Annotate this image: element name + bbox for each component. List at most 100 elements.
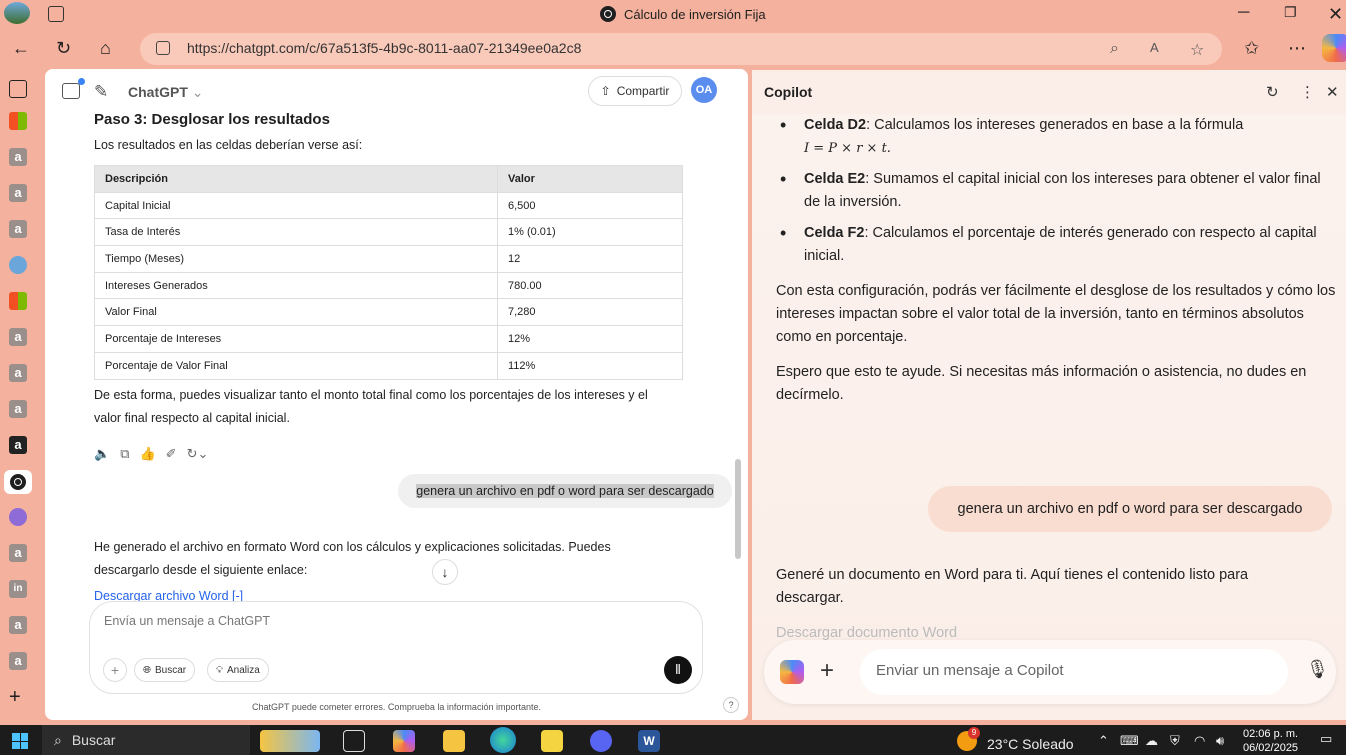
- sidebar-toggle-icon[interactable]: [62, 78, 85, 99]
- copilot-app-icon[interactable]: [393, 730, 415, 752]
- share-button[interactable]: ⇧ Compartir: [588, 76, 682, 106]
- amazon-icon[interactable]: a: [9, 400, 27, 418]
- office-icon[interactable]: [9, 112, 27, 130]
- wifi-icon[interactable]: ◠: [1194, 733, 1205, 749]
- copilot-conversation: Celda D2: Calculamos los intereses gener…: [776, 114, 1336, 407]
- copilot-composer: + Enviar un mensaje a Copilot 🎙︎: [764, 640, 1336, 704]
- chatgpt-header: ✎ ChatGPT ⌄ ⇧ Compartir OA: [45, 69, 748, 113]
- amazon-icon[interactable]: a: [9, 328, 27, 346]
- close-icon[interactable]: ✕: [1326, 83, 1339, 101]
- amazon-icon[interactable]: a: [9, 148, 27, 166]
- message-input[interactable]: Envía un mensaje a ChatGPT: [104, 614, 270, 628]
- read-aloud-icon[interactable]: 🔈: [94, 446, 110, 462]
- cell-label: Celda E2: [804, 171, 866, 187]
- assistant-app-icon[interactable]: [9, 508, 27, 526]
- favorites-icon[interactable]: ✩: [1244, 38, 1259, 59]
- conversation: Paso 3: Desglosar los resultados Los res…: [94, 111, 732, 603]
- avatar[interactable]: OA: [691, 77, 717, 103]
- scroll-down-button[interactable]: ↓: [432, 559, 458, 585]
- file-explorer-icon[interactable]: [443, 730, 465, 752]
- help-button[interactable]: ?: [723, 697, 739, 713]
- amazon-icon[interactable]: a: [9, 616, 27, 634]
- add-icon[interactable]: +: [820, 657, 834, 685]
- security-icon[interactable]: ⛨: [1170, 733, 1180, 749]
- model-selector[interactable]: ChatGPT ⌄: [128, 84, 204, 101]
- weather-text[interactable]: 23°C Soleado: [987, 736, 1074, 752]
- task-view-icon[interactable]: [343, 730, 365, 752]
- amazon-icon[interactable]: a: [9, 184, 27, 202]
- chevron-up-icon[interactable]: ⌃: [1098, 733, 1109, 749]
- start-button[interactable]: [12, 733, 28, 749]
- edge-browser-icon[interactable]: [490, 727, 516, 753]
- paragraph: Con esta configuración, podrás ver fácil…: [776, 283, 1336, 345]
- more-options-icon[interactable]: ⋮: [1300, 83, 1315, 101]
- cloud-icon[interactable]: ☁: [1145, 733, 1158, 749]
- onedrive-icon[interactable]: [9, 256, 27, 274]
- url-text[interactable]: https://chatgpt.com/c/67a513f5-4b9c-8011…: [187, 40, 581, 56]
- volume-icon[interactable]: 🔊︎: [1216, 733, 1224, 749]
- voice-mode-button[interactable]: ⦀: [664, 656, 692, 684]
- discord-icon[interactable]: [590, 730, 612, 752]
- scrollbar[interactable]: [735, 459, 741, 559]
- amazon-icon[interactable]: a: [9, 220, 27, 238]
- keyboard-icon[interactable]: ⌨: [1120, 733, 1139, 749]
- linkedin-icon[interactable]: in: [9, 580, 27, 598]
- table-row: Tasa de Interés 1% (0.01): [94, 218, 683, 247]
- taskbar-search[interactable]: ⌕ Buscar: [42, 725, 250, 755]
- minimize-button[interactable]: ─: [1238, 4, 1249, 22]
- assistant-reply: Generé un documento en Word para ti. Aqu…: [776, 567, 1249, 606]
- sticky-notes-icon[interactable]: [541, 730, 563, 752]
- refresh-button[interactable]: ↻: [56, 38, 71, 59]
- tab-actions-icon[interactable]: [48, 6, 64, 22]
- search-highlight-icon[interactable]: [260, 730, 320, 752]
- copilot-header: Copilot ↻ ⋮ ✕: [752, 70, 1346, 114]
- copilot-title: Copilot: [764, 84, 813, 100]
- office-icon[interactable]: [9, 292, 27, 310]
- word-icon[interactable]: W: [638, 730, 660, 752]
- attach-button[interactable]: +: [103, 658, 127, 682]
- table-row: Valor Final 7,280: [94, 298, 683, 327]
- chatgpt-panel: ✎ ChatGPT ⌄ ⇧ Compartir OA Paso 3: Desgl…: [45, 69, 748, 720]
- restore-button[interactable]: ❐: [1284, 4, 1297, 21]
- new-chat-icon[interactable]: ✎: [94, 82, 108, 102]
- message-input[interactable]: Enviar un mensaje a Copilot: [860, 649, 1288, 695]
- download-link[interactable]: Descargar documento Word: [776, 625, 957, 641]
- analyze-button[interactable]: 💡︎ Analiza: [207, 658, 269, 682]
- search-label: Buscar: [71, 732, 116, 748]
- regenerate-icon[interactable]: ↻⌄: [187, 446, 209, 462]
- favorite-star-icon[interactable]: ☆: [1190, 40, 1204, 60]
- profile-avatar[interactable]: [4, 2, 30, 24]
- add-site-icon[interactable]: +: [9, 686, 21, 709]
- refresh-icon[interactable]: ↻: [1266, 83, 1279, 101]
- step-title: Paso 3: Desglosar los resultados: [94, 111, 330, 128]
- zoom-icon[interactable]: ⌕: [1110, 40, 1119, 58]
- copilot-logo-icon: [780, 660, 804, 684]
- search-button[interactable]: 🌐︎ Buscar: [134, 658, 196, 682]
- amazon-icon[interactable]: a: [9, 544, 27, 562]
- amazon-icon[interactable]: a: [9, 652, 27, 670]
- window-title-text: Cálculo de inversión Fija: [624, 6, 766, 22]
- window-title: Cálculo de inversión Fija: [600, 6, 766, 22]
- copilot-icon[interactable]: [1322, 34, 1346, 62]
- thumbs-up-icon[interactable]: 👍: [139, 446, 155, 462]
- read-aloud-icon[interactable]: A: [1150, 40, 1159, 55]
- clock[interactable]: 02:06 p. m. 06/02/2025: [1243, 727, 1298, 755]
- title-bar: Cálculo de inversión Fija ─ ❐ ✕: [0, 0, 1346, 28]
- amazon-icon[interactable]: a: [9, 364, 27, 382]
- message-actions: 🔈 ⧉ 👍 ✐ ↻⌄: [94, 446, 208, 462]
- address-bar[interactable]: https://chatgpt.com/c/67a513f5-4b9c-8011…: [140, 33, 1222, 65]
- close-window-button[interactable]: ✕: [1328, 4, 1343, 25]
- search-label: Buscar: [155, 664, 187, 676]
- home-button[interactable]: ⌂: [100, 38, 111, 59]
- more-menu-icon[interactable]: ⋯: [1288, 38, 1306, 59]
- share-label: Compartir: [616, 84, 670, 98]
- chatgpt-sidebar-icon[interactable]: [4, 470, 32, 494]
- edit-icon[interactable]: ✐: [166, 446, 177, 462]
- amazon-icon[interactable]: a: [9, 436, 27, 454]
- back-button[interactable]: ←: [12, 38, 30, 59]
- site-info-icon[interactable]: [156, 41, 170, 55]
- notifications-icon[interactable]: ▭: [1320, 731, 1332, 747]
- microphone-icon[interactable]: 🎙︎: [1306, 659, 1329, 680]
- vertical-tabs-icon[interactable]: [9, 80, 27, 98]
- copy-icon[interactable]: ⧉: [120, 446, 129, 462]
